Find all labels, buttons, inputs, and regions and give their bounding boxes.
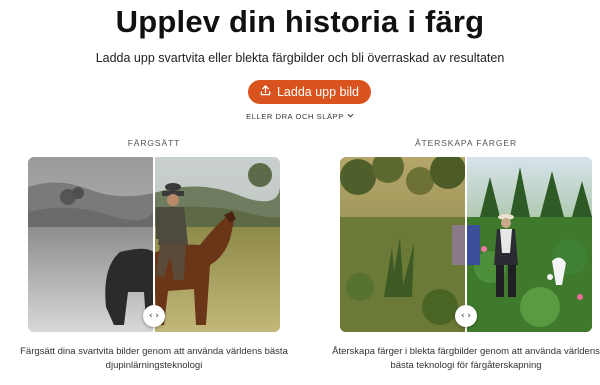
restore-comparison-slider[interactable]: ‹ › <box>340 157 592 332</box>
upload-button-label: Ladda upp bild <box>276 85 360 99</box>
compare-handle-icon[interactable]: ‹ › <box>455 305 477 327</box>
compare-handle-icon[interactable]: ‹ › <box>143 305 165 327</box>
colorize-section-label: FÄRGSÄTT <box>127 138 181 148</box>
chevron-down-icon <box>347 112 354 121</box>
page-title: Upplev din historia i färg <box>115 4 485 39</box>
upload-image-button[interactable]: Ladda upp bild <box>248 80 371 104</box>
restore-caption: Återskapa färger i blekta färgbilder gen… <box>332 346 600 371</box>
upload-icon <box>260 85 271 99</box>
colorize-comparison-slider[interactable]: ‹ › <box>28 157 280 332</box>
restore-section-label: ÅTERSKAPA FÄRGER <box>414 138 518 148</box>
colorize-caption: Färgsätt dina svartvita bilder genom att… <box>20 346 288 371</box>
page-subtitle: Ladda upp svartvita eller blekta färgbil… <box>95 51 505 65</box>
drop-label: ELLER DRA OCH SLÄPP <box>246 112 344 121</box>
drag-and-drop-link[interactable]: ELLER DRA OCH SLÄPP <box>0 112 600 121</box>
